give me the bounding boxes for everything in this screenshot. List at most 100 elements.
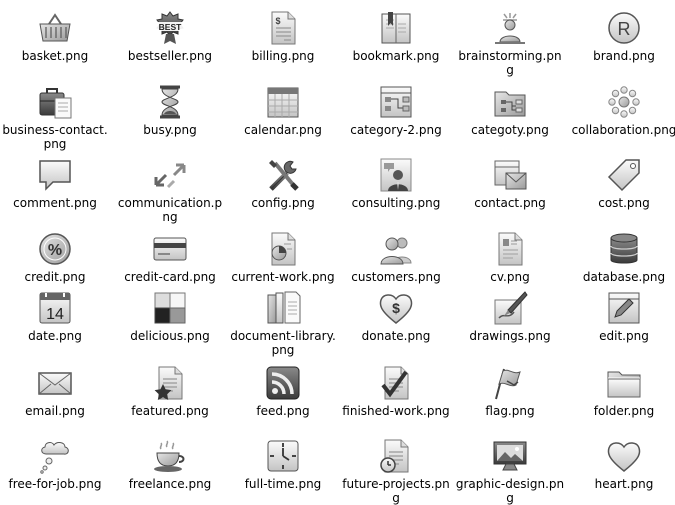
file-name-label: bookmark.png [352, 49, 440, 63]
file-icon-grid: basket.png BEST bestseller.png $ billing.… [0, 0, 675, 505]
file-item-edit[interactable]: edit.png [568, 288, 675, 343]
file-name-label: cv.png [490, 270, 530, 284]
file-name-label: customers.png [351, 270, 441, 284]
file-name-label: credit-card.png [124, 270, 216, 284]
calendar-icon [263, 82, 303, 122]
brainstorming-icon [490, 8, 530, 48]
file-item-heart[interactable]: heart.png [568, 436, 675, 491]
file-item-cv[interactable]: cv.png [454, 229, 566, 284]
file-name-label: full-time.png [244, 477, 322, 491]
svg-text:14: 14 [46, 306, 64, 323]
contact-icon [490, 155, 530, 195]
busy-icon [150, 82, 190, 122]
file-item-busy[interactable]: busy.png [114, 82, 226, 137]
file-item-freelance[interactable]: freelance.png [114, 436, 226, 491]
category-icon [490, 82, 530, 122]
file-name-label: email.png [25, 404, 85, 418]
file-item-featured[interactable]: featured.png [114, 363, 226, 418]
heart-icon [604, 436, 644, 476]
file-item-credit-card[interactable]: credit-card.png [114, 229, 226, 284]
document-library-icon [263, 288, 303, 328]
file-item-calendar[interactable]: calendar.png [227, 82, 339, 137]
file-item-customers[interactable]: customers.png [340, 229, 452, 284]
file-item-drawings[interactable]: drawings.png [454, 288, 566, 343]
file-name-label: donate.png [361, 329, 431, 343]
file-item-current-work[interactable]: current-work.png [227, 229, 339, 284]
date-icon: 14 [35, 288, 75, 328]
file-item-full-time[interactable]: full-time.png [227, 436, 339, 491]
cv-icon [490, 229, 530, 269]
featured-icon [150, 363, 190, 403]
billing-icon: $ [263, 8, 303, 48]
file-name-label: folder.png [593, 404, 655, 418]
file-item-billing[interactable]: $ billing.png [227, 8, 339, 63]
svg-text:%: % [48, 242, 62, 259]
file-name-label: calendar.png [244, 123, 322, 137]
file-name-label: categoty.png [471, 123, 549, 137]
file-item-categoty[interactable]: categoty.png [454, 82, 566, 137]
file-item-folder[interactable]: folder.png [568, 363, 675, 418]
file-item-flag[interactable]: flag.png [454, 363, 566, 418]
file-name-label: brainstorming.png [458, 49, 562, 77]
file-item-graphic-design[interactable]: graphic-design.png [454, 436, 566, 505]
file-item-consulting[interactable]: consulting.png [340, 155, 452, 210]
database-icon [604, 229, 644, 269]
file-item-future-projects[interactable]: future-projects.png [340, 436, 452, 505]
folder-icon [604, 363, 644, 403]
file-item-bestseller[interactable]: BEST bestseller.png [114, 8, 226, 63]
file-item-config[interactable]: config.png [227, 155, 339, 210]
file-name-label: business-contact.png [2, 123, 108, 151]
file-item-cost[interactable]: cost.png [568, 155, 675, 210]
config-icon [263, 155, 303, 195]
file-item-feed[interactable]: feed.png [227, 363, 339, 418]
file-name-label: cost.png [598, 196, 650, 210]
file-item-brainstorming[interactable]: brainstorming.png [454, 8, 566, 77]
svg-text:$: $ [392, 300, 400, 316]
file-name-label: communication.png [117, 196, 223, 224]
file-name-label: edit.png [599, 329, 649, 343]
file-item-database[interactable]: database.png [568, 229, 675, 284]
full-time-icon [263, 436, 303, 476]
file-item-brand[interactable]: Rbrand.png [568, 8, 675, 63]
file-name-label: comment.png [13, 196, 97, 210]
file-item-finished-work[interactable]: finished-work.png [340, 363, 452, 418]
file-name-label: collaboration.png [571, 123, 675, 137]
freelance-icon [150, 436, 190, 476]
file-item-collaboration[interactable]: collaboration.png [568, 82, 675, 137]
comment-icon [35, 155, 75, 195]
file-item-comment[interactable]: comment.png [0, 155, 111, 210]
collaboration-icon [604, 82, 644, 122]
file-item-free-for-job[interactable]: free-for-job.png [0, 436, 111, 491]
file-item-date[interactable]: 14 date.png [0, 288, 111, 343]
file-item-business-contact[interactable]: business-contact.png [0, 82, 111, 151]
file-item-delicious[interactable]: delicious.png [114, 288, 226, 343]
business-contact-icon [35, 82, 75, 122]
file-item-basket[interactable]: basket.png [0, 8, 111, 63]
file-item-credit[interactable]: % credit.png [0, 229, 111, 284]
bestseller-icon: BEST [150, 8, 190, 48]
file-name-label: consulting.png [351, 196, 441, 210]
file-name-label: graphic-design.png [455, 477, 565, 505]
file-item-contact[interactable]: contact.png [454, 155, 566, 210]
brand-icon: R [604, 8, 644, 48]
file-item-communication[interactable]: communication.png [114, 155, 226, 224]
file-name-label: drawings.png [469, 329, 551, 343]
file-item-category-2[interactable]: category-2.png [340, 82, 452, 137]
credit-icon: % [35, 229, 75, 269]
file-name-label: delicious.png [130, 329, 210, 343]
file-name-label: config.png [251, 196, 315, 210]
feed-icon [263, 363, 303, 403]
graphic-design-icon [490, 436, 530, 476]
file-name-label: brand.png [593, 49, 655, 63]
credit-card-icon [150, 229, 190, 269]
file-item-bookmark[interactable]: bookmark.png [340, 8, 452, 63]
file-item-donate[interactable]: $ donate.png [340, 288, 452, 343]
file-item-email[interactable]: email.png [0, 363, 111, 418]
flag-icon [490, 363, 530, 403]
file-name-label: document-library.png [230, 329, 336, 357]
file-name-label: billing.png [251, 49, 315, 63]
cost-icon [604, 155, 644, 195]
file-name-label: bestseller.png [127, 49, 213, 63]
finished-work-icon [376, 363, 416, 403]
file-item-document-library[interactable]: document-library.png [227, 288, 339, 357]
